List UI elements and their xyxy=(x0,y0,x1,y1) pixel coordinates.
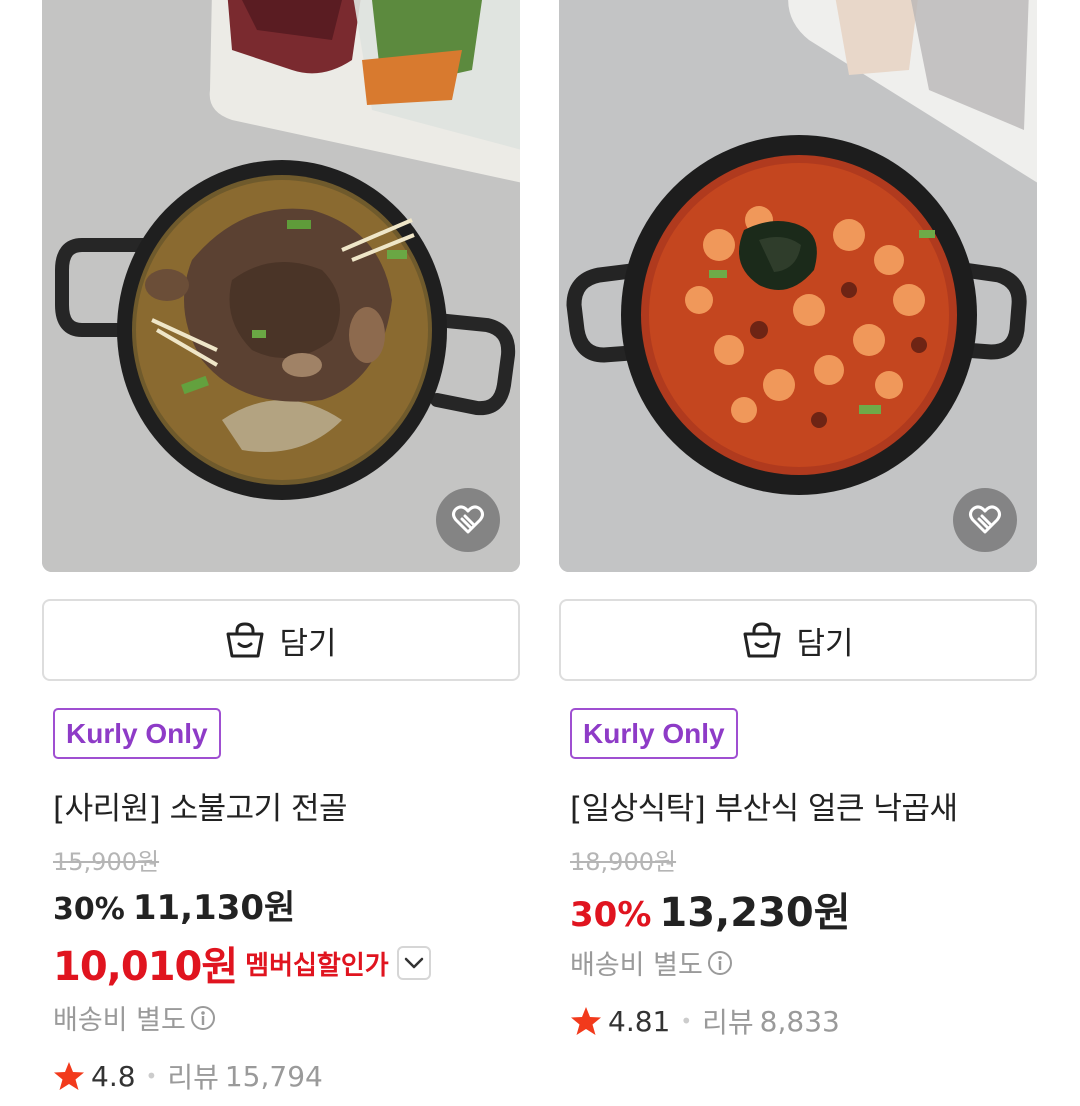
star-icon xyxy=(571,1007,601,1035)
shipping-label: 배송비 별도 xyxy=(53,1005,186,1036)
product-image[interactable] xyxy=(559,0,1037,572)
heart-save-icon xyxy=(452,505,484,534)
review-count: 8,833 xyxy=(759,1004,840,1038)
price-row: 30% 13,230원 xyxy=(570,880,851,938)
product-card[interactable]: 담기 Kurly Only [일상식탁] 부산식 얼큰 낙곱새 18,900원 … xyxy=(559,0,1037,1106)
nakgopsae-image xyxy=(559,0,1037,572)
info-icon[interactable] xyxy=(707,950,733,976)
bulgogi-hotpot-image xyxy=(42,0,520,572)
price-row: 30% 11,130원 xyxy=(53,880,295,929)
shipping-info: 배송비 별도 xyxy=(53,998,216,1037)
sale-price: 11,130원 xyxy=(132,888,296,928)
product-name[interactable]: [사리원] 소불고기 전골 xyxy=(53,783,348,828)
rating-score: 4.8 xyxy=(91,1059,136,1093)
review-label: 리뷰 xyxy=(167,1061,219,1094)
chevron-down-icon xyxy=(404,957,423,969)
kurly-only-badge: Kurly Only xyxy=(570,708,738,759)
star-icon xyxy=(54,1062,84,1090)
product-name[interactable]: [일상식탁] 부산식 얼큰 낙곱새 xyxy=(570,783,958,828)
rating-score: 4.81 xyxy=(608,1004,671,1038)
rating-row: 4.8 • 리뷰 15,794 xyxy=(53,1056,323,1096)
add-to-cart-button[interactable]: 담기 xyxy=(559,599,1037,681)
add-to-cart-button[interactable]: 담기 xyxy=(42,599,520,681)
add-to-cart-label: 담기 xyxy=(279,625,337,662)
discount-rate: 30% xyxy=(53,892,125,927)
separator-dot: • xyxy=(145,1064,158,1088)
shipping-info: 배송비 별도 xyxy=(570,943,733,982)
member-price-label: 멤버십할인가 xyxy=(245,950,389,981)
shopping-bag-icon xyxy=(226,622,264,658)
shopping-bag-icon xyxy=(743,622,781,658)
rating-row: 4.81 • 리뷰 8,833 xyxy=(570,1001,840,1041)
product-card[interactable]: 담기 Kurly Only [사리원] 소불고기 전골 15,900원 30% … xyxy=(42,0,520,1106)
original-price: 18,900원 xyxy=(570,848,677,876)
wishlist-button[interactable] xyxy=(436,488,500,552)
heart-save-icon xyxy=(969,505,1001,534)
sale-price: 13,230원 xyxy=(659,890,851,936)
member-price: 10,010원 xyxy=(53,944,238,990)
add-to-cart-label: 담기 xyxy=(796,625,854,662)
review-label: 리뷰 xyxy=(702,1006,754,1039)
original-price: 15,900원 xyxy=(53,848,160,876)
kurly-only-badge: Kurly Only xyxy=(53,708,221,759)
member-price-row: 10,010원 멤버십할인가 xyxy=(53,934,431,992)
shipping-label: 배송비 별도 xyxy=(570,950,703,981)
separator-dot: • xyxy=(680,1009,693,1033)
product-image[interactable] xyxy=(42,0,520,572)
discount-rate: 30% xyxy=(570,895,652,935)
review-count: 15,794 xyxy=(224,1059,323,1093)
member-price-toggle[interactable] xyxy=(396,946,431,980)
info-icon[interactable] xyxy=(190,1005,216,1031)
wishlist-button[interactable] xyxy=(953,488,1017,552)
